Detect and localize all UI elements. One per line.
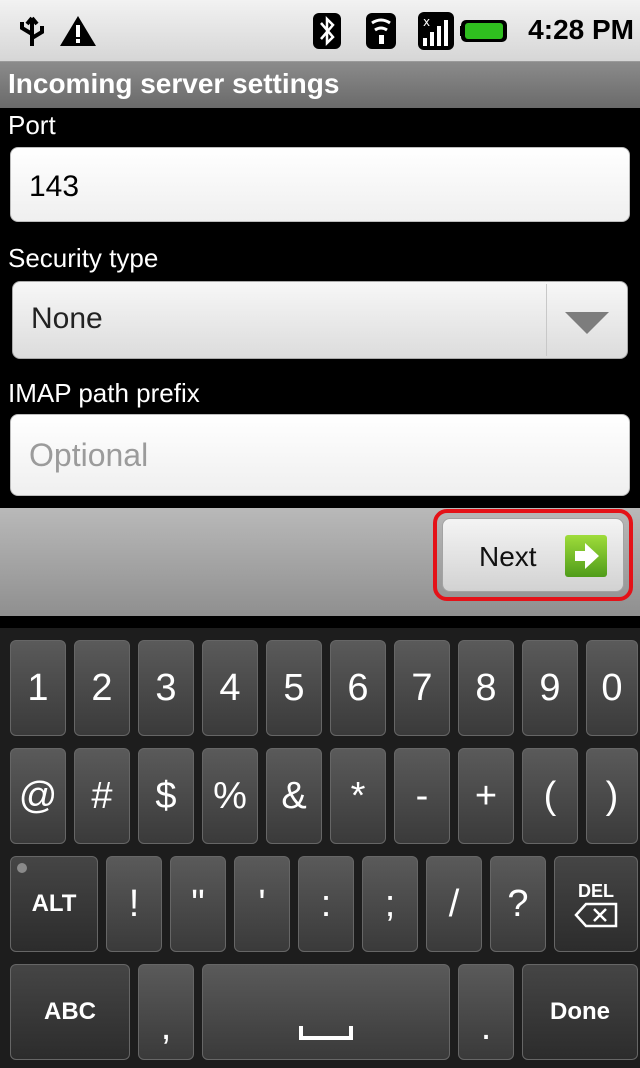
bluetooth-icon <box>312 12 342 50</box>
key-ampersand[interactable]: & <box>266 748 322 844</box>
next-button-highlight <box>433 509 633 601</box>
chevron-down-icon <box>565 312 609 334</box>
key-abc[interactable]: ABC <box>10 964 130 1060</box>
title-bar: Incoming server settings <box>0 62 640 108</box>
key-6[interactable]: 6 <box>330 640 386 736</box>
key-space[interactable] <box>202 964 450 1060</box>
port-field[interactable]: 143 <box>10 147 630 222</box>
key-percent[interactable]: % <box>202 748 258 844</box>
keyboard: 1 2 3 4 5 6 7 8 9 0 @ # $ % & * - + ( ) … <box>0 628 640 1068</box>
page-title: Incoming server settings <box>8 68 340 99</box>
key-alt[interactable]: ALT <box>10 856 98 952</box>
security-type-spinner[interactable]: None <box>12 281 628 359</box>
key-question[interactable]: ? <box>490 856 546 952</box>
key-0[interactable]: 0 <box>586 640 638 736</box>
svg-text:x: x <box>423 15 430 29</box>
spinner-divider <box>546 284 547 356</box>
key-hash[interactable]: # <box>74 748 130 844</box>
imap-prefix-field[interactable]: Optional <box>10 414 630 496</box>
status-bar: x 4:28 PM <box>0 0 640 62</box>
key-exclamation[interactable]: ! <box>106 856 162 952</box>
key-delete[interactable]: DEL <box>554 856 638 952</box>
backspace-icon <box>574 902 618 927</box>
imap-prefix-label: IMAP path prefix <box>8 378 200 408</box>
imap-prefix-placeholder: Optional <box>29 437 149 473</box>
key-3[interactable]: 3 <box>138 640 194 736</box>
key-double-quote[interactable]: " <box>170 856 226 952</box>
warning-icon <box>58 12 98 50</box>
key-plus[interactable]: + <box>458 748 514 844</box>
battery-icon <box>460 12 510 50</box>
key-9[interactable]: 9 <box>522 640 578 736</box>
usb-icon <box>14 12 50 50</box>
key-at[interactable]: @ <box>10 748 66 844</box>
key-right-paren[interactable]: ) <box>586 748 638 844</box>
wifi-icon <box>364 12 398 50</box>
key-period[interactable]: . <box>458 964 514 1060</box>
key-8[interactable]: 8 <box>458 640 514 736</box>
key-done[interactable]: Done <box>522 964 638 1060</box>
key-apostrophe[interactable]: ' <box>234 856 290 952</box>
key-colon[interactable]: : <box>298 856 354 952</box>
status-time: 4:28 PM <box>528 14 634 45</box>
key-semicolon[interactable]: ; <box>362 856 418 952</box>
alt-indicator <box>17 863 27 873</box>
space-bar-icon <box>299 1026 353 1040</box>
key-5[interactable]: 5 <box>266 640 322 736</box>
key-minus[interactable]: - <box>394 748 450 844</box>
key-2[interactable]: 2 <box>74 640 130 736</box>
key-asterisk[interactable]: * <box>330 748 386 844</box>
security-type-label: Security type <box>8 243 159 273</box>
port-value: 143 <box>29 170 80 203</box>
key-slash[interactable]: / <box>426 856 482 952</box>
key-dollar[interactable]: $ <box>138 748 194 844</box>
security-type-value: None <box>31 302 103 335</box>
key-7[interactable]: 7 <box>394 640 450 736</box>
key-comma[interactable]: , <box>138 964 194 1060</box>
signal-icon: x <box>418 12 454 50</box>
port-label: Port <box>8 110 56 140</box>
key-left-paren[interactable]: ( <box>522 748 578 844</box>
key-4[interactable]: 4 <box>202 640 258 736</box>
key-1[interactable]: 1 <box>10 640 66 736</box>
